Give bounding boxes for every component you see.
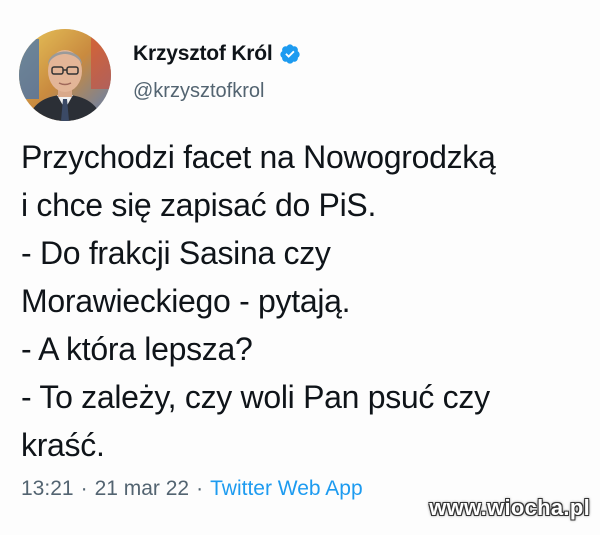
- avatar[interactable]: [19, 29, 111, 121]
- author-handle[interactable]: @krzysztofkrol: [133, 80, 264, 103]
- avatar-photo: [19, 29, 111, 121]
- display-name[interactable]: Krzysztof Król: [133, 42, 273, 66]
- tweet-time[interactable]: 13:21: [21, 477, 74, 501]
- tweet-line: i chce się zapisać do PiS.: [21, 187, 377, 223]
- tweet-text: Przychodzi facet na Nowogrodzką i chce s…: [21, 133, 586, 469]
- author-header: Krzysztof Król: [133, 42, 301, 66]
- tweet-line: - Do frakcji Sasina czy: [21, 235, 331, 271]
- watermark: www.wiocha.pl: [429, 495, 590, 520]
- tweet-line: - A która lepsza?: [21, 331, 253, 367]
- tweet-line: - To zależy, czy woli Pan psuć czy: [21, 379, 490, 415]
- tweet-line: Przychodzi facet na Nowogrodzką: [21, 139, 496, 175]
- tweet-line: Morawieckiego - pytają.: [21, 283, 351, 319]
- tweet-date[interactable]: 21 mar 22: [95, 477, 190, 501]
- meta-separator: ·: [196, 477, 204, 500]
- meta-separator: ·: [80, 477, 88, 500]
- tweet-source-link[interactable]: Twitter Web App: [210, 477, 363, 501]
- tweet-metadata: 13:21 · 21 mar 22 · Twitter Web App: [21, 477, 363, 501]
- tweet-card: Krzysztof Król @krzysztofkrol Przychodzi…: [0, 0, 600, 535]
- tweet-line: kraść.: [21, 427, 105, 463]
- verified-badge-icon: [279, 43, 301, 65]
